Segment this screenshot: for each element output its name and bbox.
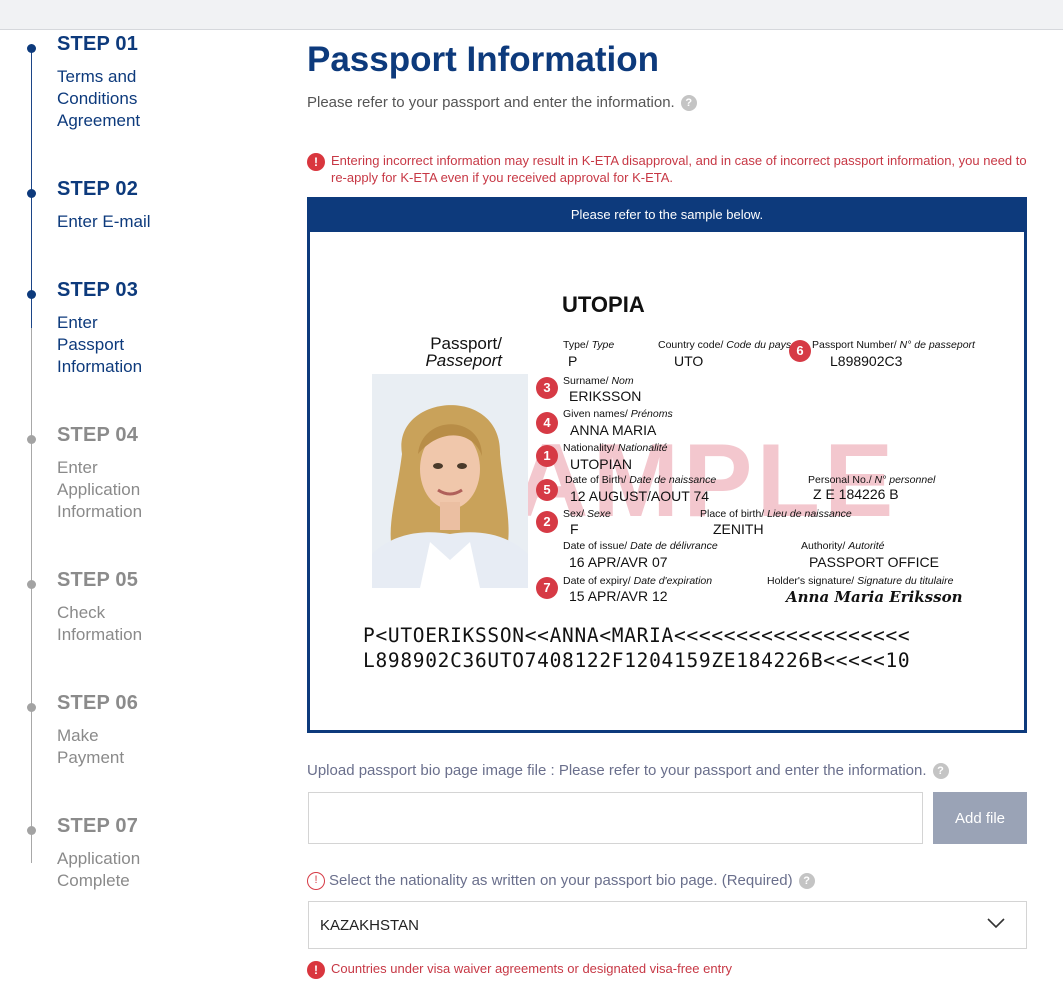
subtitle-text: Please refer to your passport and enter …	[307, 94, 675, 111]
step-progress-nav: STEP 01 Terms and Conditions Agreement S…	[0, 30, 290, 1001]
date-of-expiry-label: Date of expiry/ Date d'expiration	[563, 575, 713, 587]
personal-no-value: Z E 184226 B	[813, 486, 899, 502]
upload-label-text: Upload passport bio page image file : Pl…	[307, 762, 927, 779]
signature-label: Holder's signature/ Signature du titulai…	[767, 575, 954, 587]
progress-rail-pending	[31, 328, 32, 863]
field-badge-4: 4	[536, 412, 558, 434]
required-icon: !	[307, 872, 325, 891]
sample-passport-image: SAMPLE UTOPIA Passport/ Passeport Type/ …	[310, 232, 1024, 730]
step-label: Terms and Conditions Agreement	[57, 67, 141, 130]
question-circle-icon[interactable]: ?	[680, 95, 697, 112]
chevron-down-icon	[987, 918, 1005, 929]
surname-label: Surname/ Nom	[563, 375, 634, 387]
passport-number-value: L898902C3	[830, 353, 903, 369]
passport-file-input[interactable]	[308, 792, 923, 844]
authority-label: Authority/ Autorité	[801, 540, 885, 552]
step-number: STEP 06	[57, 692, 139, 714]
holder-signature: Anna Maria Eriksson	[786, 588, 963, 606]
step-label: Application Complete	[57, 849, 141, 890]
field-badge-1: 1	[536, 445, 558, 467]
given-names-value: ANNA MARIA	[570, 422, 657, 438]
step-label: Enter E-mail	[57, 212, 151, 231]
mrz-line-2: L898902C36UTO7408122F1204159ZE184226B<<<…	[363, 649, 911, 672]
nationality-label: Nationality/ Nationalité	[563, 442, 668, 454]
passport-holder-photo	[372, 374, 528, 588]
nationality-select-label: ! Select the nationality as written on yo…	[307, 872, 815, 891]
field-badge-6: 6	[789, 340, 811, 362]
date-of-expiry-value: 15 APR/AVR 12	[569, 588, 668, 604]
step-number: STEP 02	[57, 178, 139, 200]
step-dot	[27, 826, 36, 835]
step-label: Check Information	[57, 603, 143, 644]
field-badge-5: 5	[536, 479, 558, 501]
nationality-select[interactable]: KAZAKHSTAN	[308, 901, 1027, 949]
place-of-birth-value: ZENITH	[713, 521, 764, 537]
progress-rail-completed	[31, 48, 32, 328]
authority-value: PASSPORT OFFICE	[809, 554, 939, 570]
passport-country: UTOPIA	[562, 292, 645, 317]
country-code-label: Country code/ Code du pays	[658, 339, 792, 351]
visa-waiver-note-text: Countries under visa waiver agreements o…	[331, 961, 733, 976]
step-number: STEP 01	[57, 33, 139, 55]
dob-value: 12 AUGUST/AOUT 74	[570, 488, 710, 504]
question-circle-icon[interactable]: ?	[932, 763, 949, 780]
step-label: Enter Application Information	[57, 458, 143, 521]
step-number: STEP 03	[57, 279, 139, 301]
personal-no-label: Personal No./ N° personnel	[808, 474, 936, 486]
step-number: STEP 05	[57, 569, 139, 591]
dob-label: Date of Birth/ Date de naissance	[565, 474, 717, 486]
country-code-value: UTO	[674, 353, 704, 369]
nationality-value: UTOPIAN	[570, 456, 632, 472]
sample-panel-header: Please refer to the sample below.	[310, 200, 1024, 232]
step-dot	[27, 435, 36, 444]
passport-doc-title: Passport/ Passeport	[420, 335, 502, 369]
nationality-selected-value: KAZAKHSTAN	[320, 917, 419, 934]
question-circle-icon[interactable]: ?	[798, 873, 815, 890]
step-dot	[27, 290, 36, 299]
step-dot	[27, 189, 36, 198]
date-of-issue-label: Date of issue/ Date de délivrance	[563, 540, 718, 552]
field-badge-3: 3	[536, 377, 558, 399]
type-value: P	[568, 353, 578, 369]
sex-value: F	[570, 521, 579, 537]
field-badge-7: 7	[536, 577, 558, 599]
step-label: Enter Passport Information	[57, 313, 143, 376]
step-dot	[27, 44, 36, 53]
date-of-issue-value: 16 APR/AVR 07	[569, 554, 668, 570]
nationality-label-text: Select the nationality as written on you…	[329, 872, 793, 889]
step-label: Make Payment	[57, 726, 125, 767]
doc-title-fr: Passeport	[425, 351, 502, 370]
top-bar	[0, 0, 1063, 30]
upload-label: Upload passport bio page image file : Pl…	[307, 762, 949, 780]
type-label: Type/ Type	[563, 339, 615, 351]
field-badge-2: 2	[536, 511, 558, 533]
surname-value: ERIKSSON	[569, 388, 642, 404]
page-subtitle: Please refer to your passport and enter …	[307, 94, 697, 112]
doc-title-en: Passport/	[430, 334, 502, 353]
step-number: STEP 07	[57, 815, 139, 837]
step-dot	[27, 580, 36, 589]
step-dot	[27, 703, 36, 712]
sex-label: Sex/ Sexe	[563, 508, 611, 520]
passport-number-label: Passport Number/ N° de passeport	[812, 339, 975, 351]
step-number: STEP 04	[57, 424, 139, 446]
warning-text: Entering incorrect information may resul…	[331, 153, 1027, 185]
page-title: Passport Information	[307, 40, 659, 79]
passport-sample-panel: Please refer to the sample below. SAMPLE…	[307, 197, 1027, 733]
mrz-line-1: P<UTOERIKSSON<<ANNA<MARIA<<<<<<<<<<<<<<<…	[363, 624, 911, 647]
exclamation-circle-icon: !	[307, 153, 325, 171]
exclamation-circle-icon: !	[307, 961, 325, 979]
given-names-label: Given names/ Prénoms	[563, 408, 673, 420]
add-file-button[interactable]: Add file	[933, 792, 1027, 844]
place-of-birth-label: Place of birth/ Lieu de naissance	[700, 508, 852, 520]
